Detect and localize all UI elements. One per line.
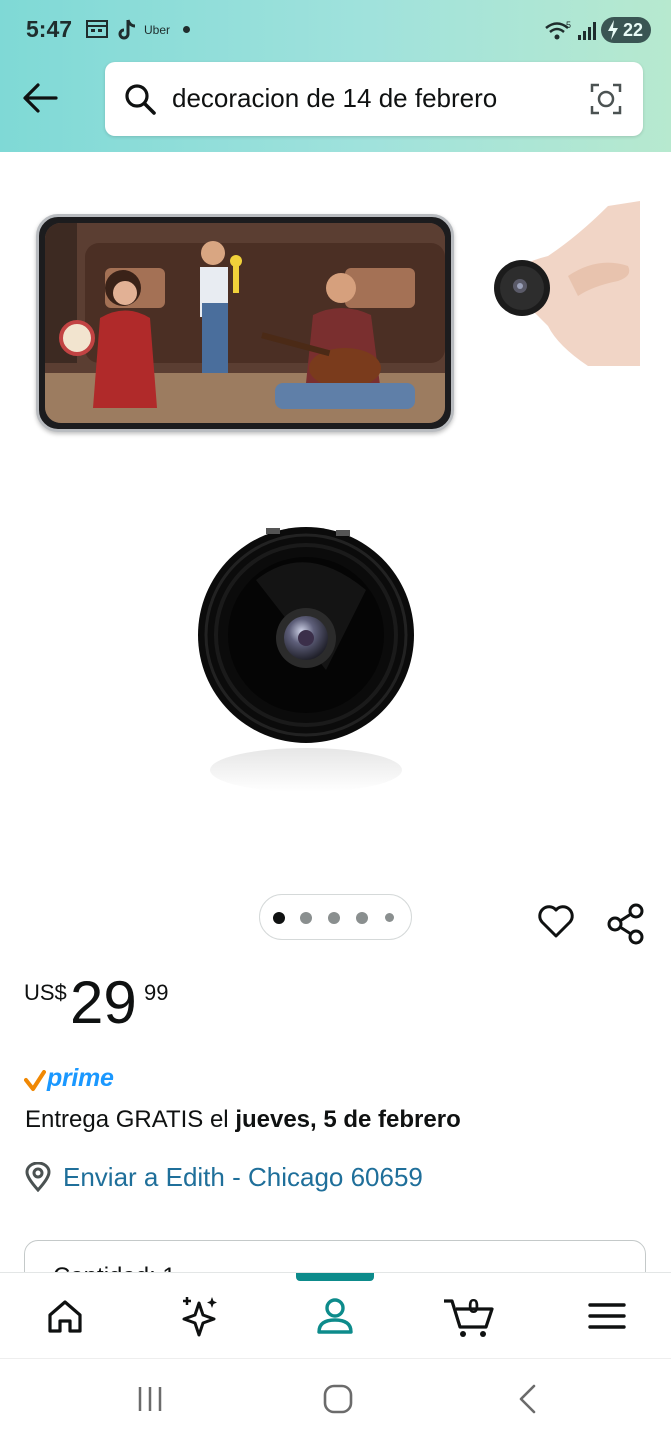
pager-dot[interactable] — [300, 912, 312, 924]
account-icon[interactable] — [308, 1291, 362, 1339]
price-whole: 29 — [70, 969, 137, 1036]
heart-icon[interactable] — [536, 902, 576, 940]
home-icon[interactable] — [38, 1291, 92, 1339]
signal-icon — [578, 22, 596, 40]
cart-icon[interactable]: 0 — [440, 1291, 500, 1339]
uber-label: Uber — [144, 23, 171, 37]
family-scene-image — [45, 223, 445, 423]
location-pin-icon — [25, 1162, 51, 1192]
location-link[interactable]: Enviar a Edith - Chicago 60659 — [63, 1162, 423, 1193]
product-image-phone[interactable] — [36, 214, 454, 432]
battery-indicator: 22 — [601, 17, 651, 43]
status-bar: 5:47 Uber 5 22 — [0, 0, 671, 60]
cart-count: 0 — [468, 1296, 479, 1318]
search-input[interactable]: decoracion de 14 de febrero — [172, 83, 497, 114]
active-tab-indicator — [296, 1273, 374, 1281]
back-chevron-icon[interactable] — [512, 1383, 544, 1415]
header: 5:47 Uber 5 22 decoracion de 14 de febre… — [0, 0, 671, 152]
search-bar[interactable]: decoracion de 14 de febrero — [105, 62, 643, 136]
menu-icon[interactable] — [580, 1291, 634, 1339]
prime-check-icon — [24, 1070, 46, 1091]
back-arrow-icon[interactable] — [20, 78, 60, 118]
delivery-prefix: Entrega GRATIS el — [25, 1106, 236, 1133]
pager-dot[interactable] — [385, 913, 394, 922]
delivery-date: jueves, 5 de febrero — [235, 1106, 461, 1133]
search-icon — [125, 84, 156, 115]
notification-dot — [183, 26, 190, 33]
product-main-image[interactable] — [196, 520, 416, 800]
product-thumbnail[interactable] — [488, 196, 640, 366]
pager-dot[interactable] — [328, 912, 340, 924]
battery-level: 22 — [622, 20, 643, 40]
bottom-tab-bar: 0 — [0, 1272, 671, 1358]
phone-screen-image — [45, 223, 445, 423]
home-circle-icon[interactable] — [322, 1383, 354, 1415]
system-navigation-bar — [0, 1358, 671, 1440]
recent-apps-icon[interactable] — [134, 1383, 166, 1415]
wifi-icon: 5 — [545, 20, 571, 40]
pager-dot[interactable] — [273, 912, 285, 924]
sparkle-icon[interactable] — [172, 1291, 226, 1339]
price-currency: US$ — [24, 980, 67, 1005]
svg-text:5: 5 — [566, 20, 571, 30]
share-icon[interactable] — [606, 903, 646, 945]
image-pager[interactable] — [259, 894, 412, 940]
price-fraction: 99 — [144, 980, 169, 1005]
delivery-info: Entrega GRATIS el jueves, 5 de febrero — [25, 1106, 461, 1134]
calendar-icon — [86, 20, 108, 38]
prime-label: prime — [47, 1064, 114, 1092]
pager-dot[interactable] — [356, 912, 368, 924]
charging-bolt-icon — [608, 20, 618, 40]
camera-lens-icon[interactable] — [589, 82, 623, 116]
status-time: 5:47 — [26, 16, 73, 42]
tiktok-icon — [118, 19, 136, 40]
